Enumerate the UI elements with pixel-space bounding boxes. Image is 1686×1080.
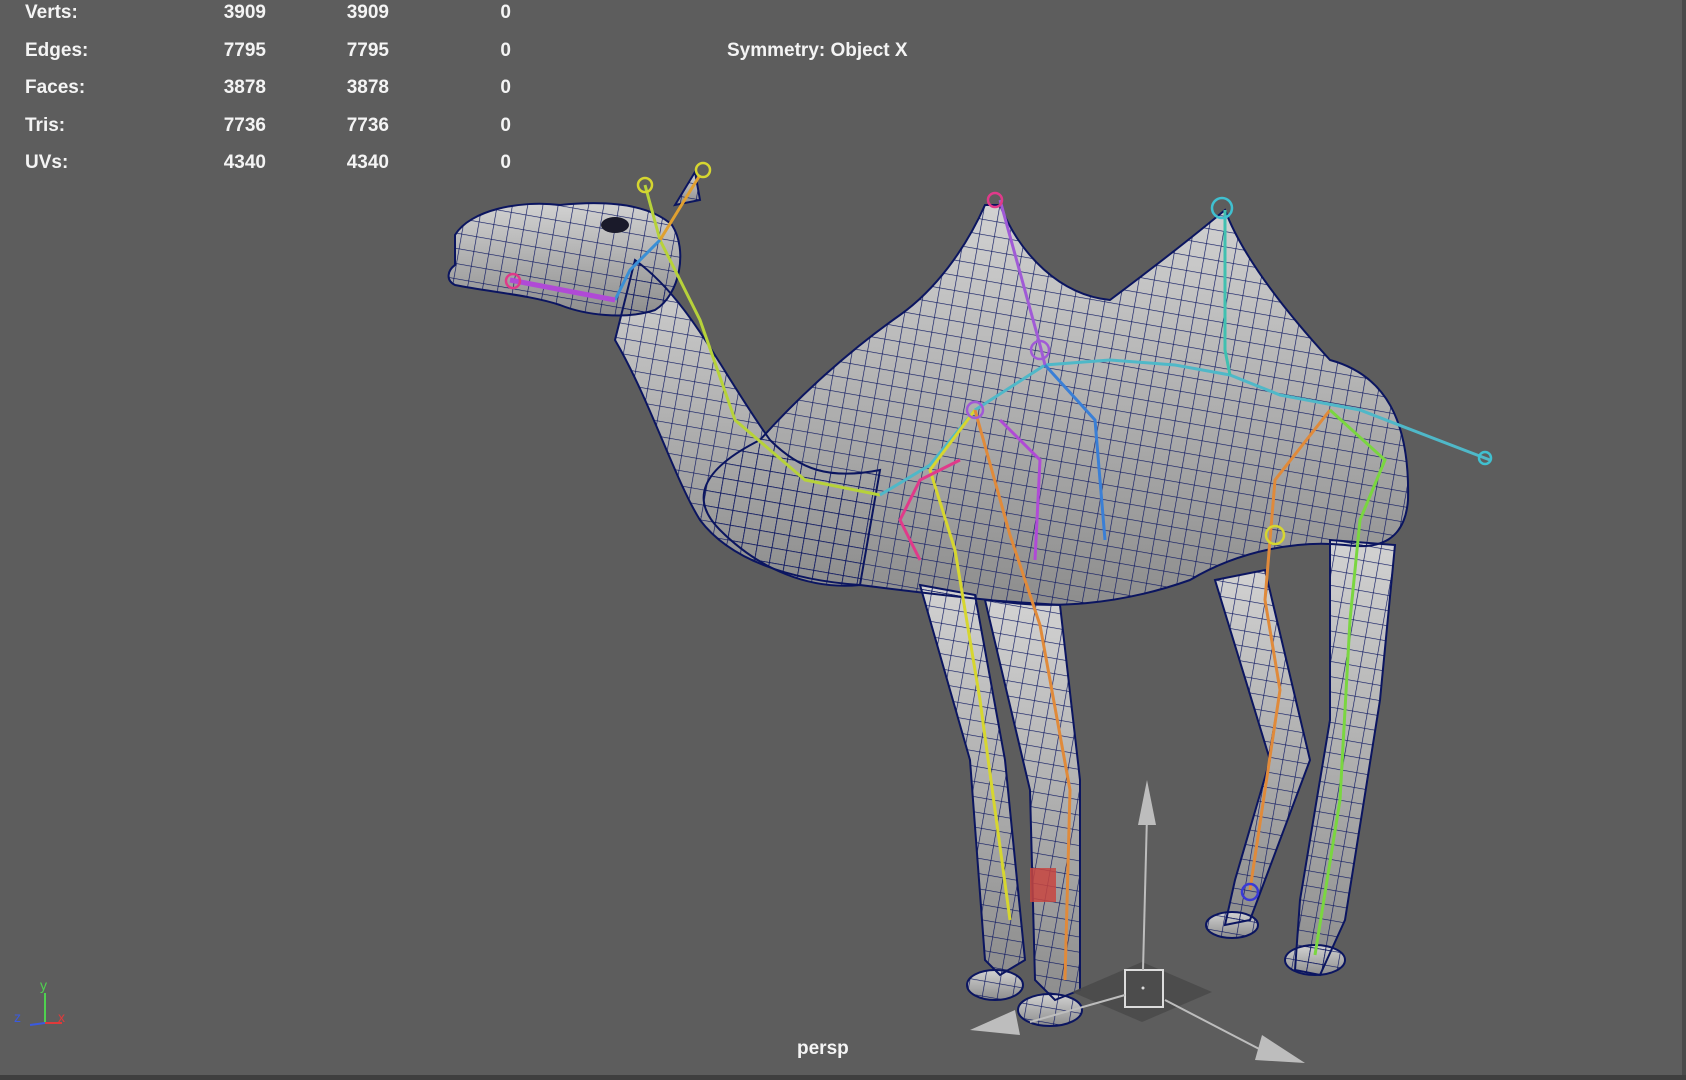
hud-label: Faces:: [25, 77, 86, 98]
hud-value: 7795: [223, 40, 266, 61]
hud-row-edges: Edges: 7795 7795 0: [25, 40, 511, 62]
hud-label: Edges:: [25, 40, 89, 61]
viewport-3d[interactable]: Verts: 3909 3909 0 Edges: 7795 7795 0 Fa…: [0, 0, 1686, 1080]
hud-value: 7736: [346, 115, 389, 136]
hud-value: 0: [500, 40, 511, 61]
camera-name-label: persp: [797, 1038, 849, 1059]
axis-y-label: y: [40, 977, 47, 993]
hud-value: 4340: [223, 152, 266, 173]
eye: [601, 217, 629, 233]
hud-value: 7795: [346, 40, 389, 61]
axis-x-label: x: [58, 1009, 65, 1025]
hud-value: 0: [500, 152, 511, 173]
hud-value: 4340: [346, 152, 389, 173]
hud-label: Tris:: [25, 115, 66, 136]
hud-row-faces: Faces: 3878 3878 0: [25, 77, 511, 99]
hud-label: Verts:: [25, 2, 78, 23]
hud-value: 0: [500, 2, 511, 23]
hud-value: 7736: [223, 115, 266, 136]
hud-value: 0: [500, 77, 511, 98]
hud-value: 0: [500, 115, 511, 136]
hud-row-tris: Tris: 7736 7736 0: [25, 115, 511, 137]
hud-value: 3878: [346, 77, 389, 98]
hud-value: 3878: [223, 77, 266, 98]
axis-indicator-icon: y z x: [14, 977, 65, 1026]
hud-row-uvs: UVs: 4340 4340 0: [25, 152, 511, 174]
hud-value: 3909: [346, 2, 389, 23]
hud-row-verts: Verts: 3909 3909 0: [25, 2, 511, 24]
axis-z-label: z: [14, 1009, 21, 1025]
hud-value: 3909: [223, 2, 266, 23]
selection-marker: [1030, 868, 1056, 902]
hud-label: UVs:: [25, 152, 69, 173]
symmetry-label: Symmetry: Object X: [727, 40, 908, 61]
